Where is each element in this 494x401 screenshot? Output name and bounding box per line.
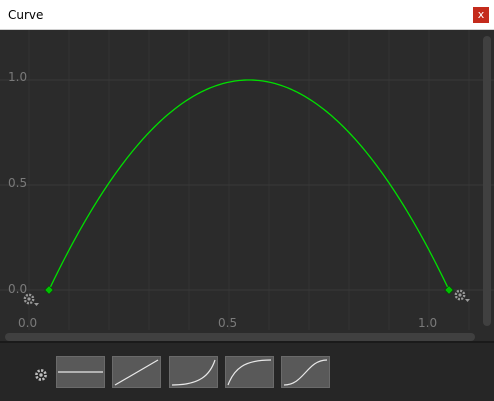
preset-ease-in-out[interactable] <box>281 356 330 388</box>
preset-constant-icon <box>58 371 103 373</box>
y-tick-label: 0.5 <box>8 176 27 190</box>
horizontal-scrollbar[interactable] <box>5 333 475 341</box>
close-button[interactable]: x <box>473 7 489 23</box>
x-tick-label: 0.5 <box>218 316 237 330</box>
gear-dropdown-icon[interactable] <box>453 288 471 304</box>
preset-constant[interactable] <box>56 356 105 388</box>
curve-key-start[interactable] <box>44 285 54 295</box>
preset-ease-out[interactable] <box>225 356 274 388</box>
y-tick-label: 1.0 <box>8 70 27 84</box>
x-tick-label: 0.0 <box>18 316 37 330</box>
preset-ease-in-icon <box>171 359 216 386</box>
gear-icon[interactable] <box>34 368 48 382</box>
title-bar: Curve x <box>0 0 494 30</box>
gear-dropdown-icon[interactable] <box>22 292 40 308</box>
preset-ease-in[interactable] <box>169 356 218 388</box>
window-title: Curve <box>8 8 44 22</box>
curve-graph-svg: 1.0 0.5 0.0 0.0 0.5 1.0 <box>0 30 494 330</box>
preset-ease-in-out-icon <box>283 359 328 386</box>
preset-linear-icon <box>114 359 159 386</box>
x-tick-label: 1.0 <box>418 316 437 330</box>
preset-linear[interactable] <box>112 356 161 388</box>
vertical-scrollbar[interactable] <box>483 36 491 326</box>
curve-graph[interactable]: 1.0 0.5 0.0 0.0 0.5 1.0 <box>0 30 494 341</box>
curve-key-end[interactable] <box>444 285 454 295</box>
preset-ease-out-icon <box>227 359 272 386</box>
